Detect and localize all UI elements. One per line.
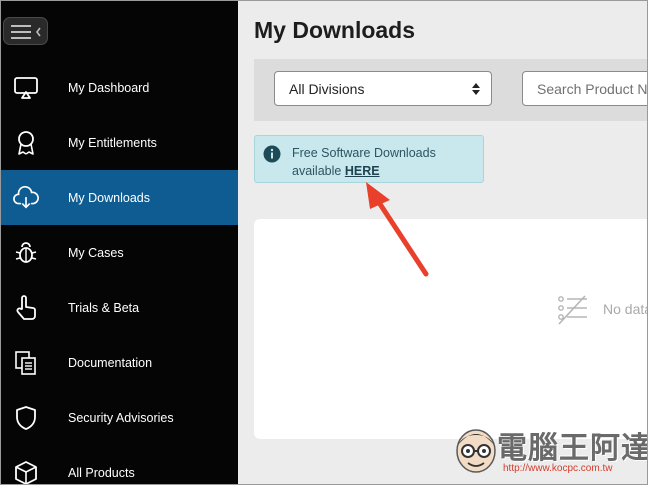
shield-icon	[13, 405, 39, 431]
sidebar-item-label: My Dashboard	[68, 80, 150, 95]
pointer-hand-icon	[13, 294, 39, 321]
sidebar-item-documentation[interactable]: Documentation	[1, 335, 238, 390]
search-product-input[interactable]	[522, 71, 647, 106]
menu-collapse-button[interactable]	[3, 17, 48, 45]
monitor-icon	[13, 75, 39, 101]
app-window: My Dashboard My Entitlements My Download…	[0, 0, 648, 485]
sidebar-item-trials-beta[interactable]: Trials & Beta	[1, 280, 238, 335]
red-annotation-arrow	[366, 182, 429, 277]
info-icon	[263, 145, 281, 163]
no-data-list-icon	[558, 295, 587, 325]
sidebar-item-label: Security Advisories	[68, 410, 174, 425]
watermark: 電腦王阿達 http://www.kocpc.com.tw	[453, 421, 647, 481]
documents-icon	[13, 350, 39, 376]
sidebar-item-label: Trials & Beta	[68, 300, 140, 315]
notice-text: Free Software Downloads available HERE	[292, 144, 482, 180]
watermark-url: http://www.kocpc.com.tw	[503, 463, 613, 474]
sidebar-item-my-cases[interactable]: My Cases	[1, 225, 238, 280]
mascot-face-icon	[456, 429, 496, 473]
division-select[interactable]: All Divisions	[274, 71, 492, 106]
sidebar-item-label: Documentation	[68, 355, 153, 370]
bug-icon	[13, 240, 39, 266]
sort-arrows-icon	[472, 83, 480, 95]
sidebar-item-label: My Downloads	[68, 190, 150, 205]
sidebar: My Dashboard My Entitlements My Download…	[1, 1, 238, 484]
empty-state-text: No data	[603, 301, 648, 317]
main-content: My Downloads All Divisions Free Software…	[238, 1, 648, 484]
sidebar-item-security-advisories[interactable]: Security Advisories	[1, 390, 238, 445]
watermark-logo-text: 電腦王阿達	[497, 431, 648, 466]
sidebar-item-label: All Products	[68, 465, 135, 480]
sidebar-item-label: My Cases	[68, 245, 124, 260]
sidebar-item-label: My Entitlements	[68, 135, 157, 150]
sidebar-item-my-downloads[interactable]: My Downloads	[1, 170, 238, 225]
page-title: My Downloads	[254, 17, 416, 43]
hamburger-collapse-icon	[11, 25, 41, 39]
division-select-value: All Divisions	[289, 81, 365, 97]
cloud-download-icon	[13, 185, 39, 211]
downloads-list-card: No data	[254, 219, 648, 439]
award-ribbon-icon	[13, 130, 39, 156]
sidebar-item-my-entitlements[interactable]: My Entitlements	[1, 115, 238, 170]
filter-bar: All Divisions	[254, 59, 647, 121]
cube-icon	[13, 460, 39, 484]
sidebar-item-all-products[interactable]: All Products	[1, 445, 238, 484]
sidebar-item-my-dashboard[interactable]: My Dashboard	[1, 60, 238, 115]
